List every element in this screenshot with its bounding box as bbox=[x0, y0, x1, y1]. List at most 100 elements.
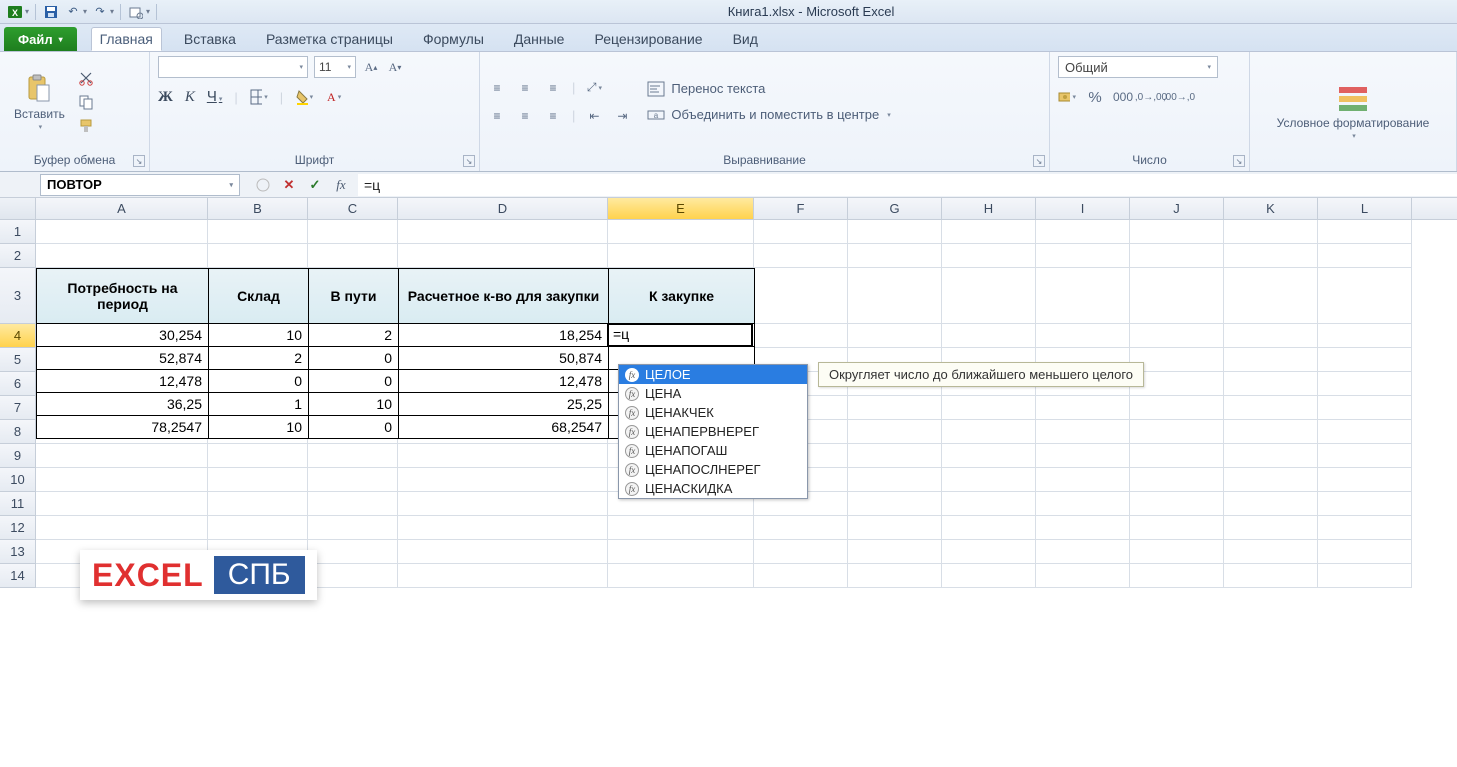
table-cell[interactable]: 30,254 bbox=[37, 324, 209, 347]
cell[interactable] bbox=[1130, 324, 1224, 348]
colhdr-J[interactable]: J bbox=[1130, 198, 1224, 219]
cell[interactable] bbox=[754, 540, 848, 564]
cell[interactable] bbox=[942, 492, 1036, 516]
cell[interactable] bbox=[1130, 396, 1224, 420]
name-box[interactable]: ПОВТОР▾ bbox=[40, 174, 240, 196]
cell[interactable] bbox=[848, 468, 942, 492]
cancel-button[interactable] bbox=[252, 174, 274, 196]
table-cell[interactable]: 52,874 bbox=[37, 347, 209, 370]
cell[interactable] bbox=[1318, 324, 1412, 348]
cell[interactable] bbox=[942, 220, 1036, 244]
rowhdr-12[interactable]: 12 bbox=[0, 516, 36, 540]
table-header[interactable]: Расчетное к-во для закупки bbox=[399, 269, 609, 324]
table-cell[interactable]: 0 bbox=[309, 347, 399, 370]
cell[interactable] bbox=[1318, 220, 1412, 244]
cell[interactable] bbox=[848, 220, 942, 244]
cell[interactable] bbox=[1224, 516, 1318, 540]
cell[interactable] bbox=[942, 468, 1036, 492]
cell[interactable] bbox=[1130, 492, 1224, 516]
cell[interactable] bbox=[754, 564, 848, 588]
cell[interactable] bbox=[1036, 396, 1130, 420]
cell[interactable] bbox=[754, 324, 848, 348]
cell[interactable] bbox=[398, 244, 608, 268]
autocomplete-item[interactable]: fxЦЕНАПЕРВНЕРЕГ bbox=[619, 422, 807, 441]
colhdr-D[interactable]: D bbox=[398, 198, 608, 219]
cell[interactable] bbox=[1130, 564, 1224, 588]
format-painter-icon[interactable] bbox=[77, 117, 95, 135]
table-header[interactable]: Потребность на период bbox=[37, 269, 209, 324]
cell[interactable] bbox=[1224, 220, 1318, 244]
colhdr-I[interactable]: I bbox=[1036, 198, 1130, 219]
paste-button[interactable]: Вставить ▾ bbox=[8, 71, 71, 133]
colhdr-L[interactable]: L bbox=[1318, 198, 1412, 219]
copy-icon[interactable] bbox=[77, 93, 95, 111]
cell[interactable] bbox=[1318, 468, 1412, 492]
cell[interactable] bbox=[848, 396, 942, 420]
cell[interactable] bbox=[308, 540, 398, 564]
cell[interactable] bbox=[1036, 420, 1130, 444]
orientation-icon[interactable]: ⤢▾ bbox=[585, 79, 603, 97]
colhdr-F[interactable]: F bbox=[754, 198, 848, 219]
table-header[interactable]: В пути bbox=[309, 269, 399, 324]
cell[interactable] bbox=[1130, 468, 1224, 492]
tab-formulas[interactable]: Формулы bbox=[415, 27, 492, 51]
cell[interactable] bbox=[1036, 244, 1130, 268]
cell[interactable] bbox=[754, 244, 848, 268]
table-cell[interactable]: 12,478 bbox=[399, 370, 609, 393]
excel-icon[interactable]: X bbox=[6, 3, 24, 21]
cell[interactable] bbox=[308, 564, 398, 588]
rowhdr-8[interactable]: 8 bbox=[0, 420, 36, 444]
colhdr-B[interactable]: B bbox=[208, 198, 308, 219]
cell[interactable] bbox=[208, 444, 308, 468]
bold-button[interactable]: Ж bbox=[158, 89, 173, 106]
cell[interactable] bbox=[398, 492, 608, 516]
tab-review[interactable]: Рецензирование bbox=[586, 27, 710, 51]
cell[interactable] bbox=[1130, 268, 1224, 324]
autocomplete-item[interactable]: fxЦЕЛОЕ bbox=[619, 365, 807, 384]
cell[interactable] bbox=[1224, 564, 1318, 588]
table-cell[interactable]: 10 bbox=[209, 324, 309, 347]
cell[interactable] bbox=[848, 444, 942, 468]
tab-insert[interactable]: Вставка bbox=[176, 27, 244, 51]
cell[interactable] bbox=[1036, 220, 1130, 244]
cell[interactable] bbox=[1130, 244, 1224, 268]
tab-page-layout[interactable]: Разметка страницы bbox=[258, 27, 401, 51]
table-cell[interactable]: 1 bbox=[209, 393, 309, 416]
cell[interactable] bbox=[1318, 396, 1412, 420]
cell[interactable] bbox=[1318, 516, 1412, 540]
cell[interactable] bbox=[1224, 492, 1318, 516]
align-top-icon[interactable]: ≡ bbox=[488, 79, 506, 97]
colhdr-H[interactable]: H bbox=[942, 198, 1036, 219]
borders-icon[interactable]: ▾ bbox=[250, 88, 268, 106]
cell[interactable] bbox=[1224, 420, 1318, 444]
table-cell[interactable]: 18,254 bbox=[399, 324, 609, 347]
rowhdr-7[interactable]: 7 bbox=[0, 396, 36, 420]
cell[interactable] bbox=[208, 244, 308, 268]
cell[interactable] bbox=[308, 492, 398, 516]
cell[interactable] bbox=[1130, 516, 1224, 540]
italic-button[interactable]: К bbox=[185, 89, 195, 106]
table-cell[interactable]: 36,25 bbox=[37, 393, 209, 416]
cell[interactable] bbox=[942, 564, 1036, 588]
cell[interactable] bbox=[1224, 324, 1318, 348]
align-center-icon[interactable]: ≡ bbox=[516, 107, 534, 125]
rowhdr-5[interactable]: 5 bbox=[0, 348, 36, 372]
cell[interactable] bbox=[1224, 396, 1318, 420]
cell[interactable] bbox=[608, 516, 754, 540]
align-right-icon[interactable]: ≡ bbox=[544, 107, 562, 125]
cut-icon[interactable] bbox=[77, 69, 95, 87]
cell[interactable] bbox=[1224, 348, 1318, 372]
cell[interactable] bbox=[942, 268, 1036, 324]
insert-function-icon[interactable]: fx bbox=[330, 174, 352, 196]
cell[interactable] bbox=[1224, 372, 1318, 396]
cell[interactable] bbox=[1036, 564, 1130, 588]
cell[interactable] bbox=[398, 516, 608, 540]
currency-icon[interactable]: ▾ bbox=[1058, 88, 1076, 106]
cell[interactable] bbox=[36, 244, 208, 268]
formula-cancel-icon[interactable]: ✕ bbox=[278, 174, 300, 196]
table-cell[interactable]: 10 bbox=[209, 416, 309, 439]
cell[interactable] bbox=[208, 468, 308, 492]
cell[interactable] bbox=[848, 540, 942, 564]
decrease-decimal-icon[interactable]: ,00→,0 bbox=[1170, 88, 1188, 106]
align-bottom-icon[interactable]: ≡ bbox=[544, 79, 562, 97]
